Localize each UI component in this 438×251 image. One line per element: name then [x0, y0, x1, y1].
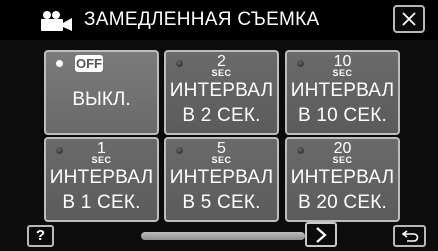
interval-number: 5	[217, 140, 226, 157]
option-label-line2: В 5 СЕК.	[182, 192, 261, 213]
option-label-line1: ИНТЕРВАЛ	[169, 167, 274, 188]
interval-option-2-sec[interactable]: 2 SEC ИНТЕРВАЛ В 2 СЕК.	[164, 50, 279, 135]
interval-option-20-sec[interactable]: 20 SEC ИНТЕРВАЛ В 20 СЕК.	[285, 137, 400, 222]
video-camera-icon	[41, 11, 72, 31]
interval-unit: SEC	[332, 68, 353, 78]
option-label-line2: В 2 СЕК.	[182, 105, 261, 126]
help-button[interactable]: ?	[27, 225, 54, 247]
interval-number: 2	[217, 53, 226, 70]
option-label-line2: В 1 СЕК.	[62, 192, 141, 213]
option-label-line2: В 20 СЕК.	[298, 192, 387, 213]
next-page-button[interactable]	[305, 222, 337, 247]
close-button[interactable]	[393, 5, 425, 33]
option-label-line1: ИНТЕРВАЛ	[290, 167, 395, 188]
close-icon	[402, 12, 416, 26]
interval-number: 1	[97, 140, 106, 157]
option-label-line2: В 10 СЕК.	[298, 105, 387, 126]
interval-unit: SEC	[211, 155, 232, 165]
interval-option-1-sec[interactable]: 1 SEC ИНТЕРВАЛ В 1 СЕК.	[44, 137, 159, 222]
interval-unit: SEC	[91, 155, 112, 165]
option-label-line1: ИНТЕРВАЛ	[169, 80, 274, 101]
back-button[interactable]	[393, 225, 426, 247]
interval-option-5-sec[interactable]: 5 SEC ИНТЕРВАЛ В 5 СЕК.	[164, 137, 279, 222]
chevron-right-icon	[316, 226, 327, 243]
interval-number: 20	[333, 140, 352, 157]
interval-option-10-sec[interactable]: 10 SEC ИНТЕРВАЛ В 10 СЕК.	[285, 50, 400, 135]
page-title: ЗАМЕДЛЕННАЯ СЪЕМКА	[84, 9, 320, 30]
interval-option-off[interactable]: OFF ВЫКЛ.	[44, 50, 159, 135]
option-label-line1: ИНТЕРВАЛ	[290, 80, 395, 101]
interval-unit: SEC	[211, 68, 232, 78]
return-arrow-icon	[401, 230, 418, 242]
option-label-line1: ИНТЕРВАЛ	[49, 167, 154, 188]
interval-unit: SEC	[332, 155, 353, 165]
selected-indicator	[56, 60, 63, 67]
page-scrollbar[interactable]	[141, 232, 305, 240]
header-bar: ЗАМЕДЛЕННАЯ СЪЕМКА	[0, 0, 438, 40]
off-badge: OFF	[75, 55, 103, 72]
interval-number: 10	[333, 53, 352, 70]
option-label: ВЫКЛ.	[72, 89, 131, 110]
